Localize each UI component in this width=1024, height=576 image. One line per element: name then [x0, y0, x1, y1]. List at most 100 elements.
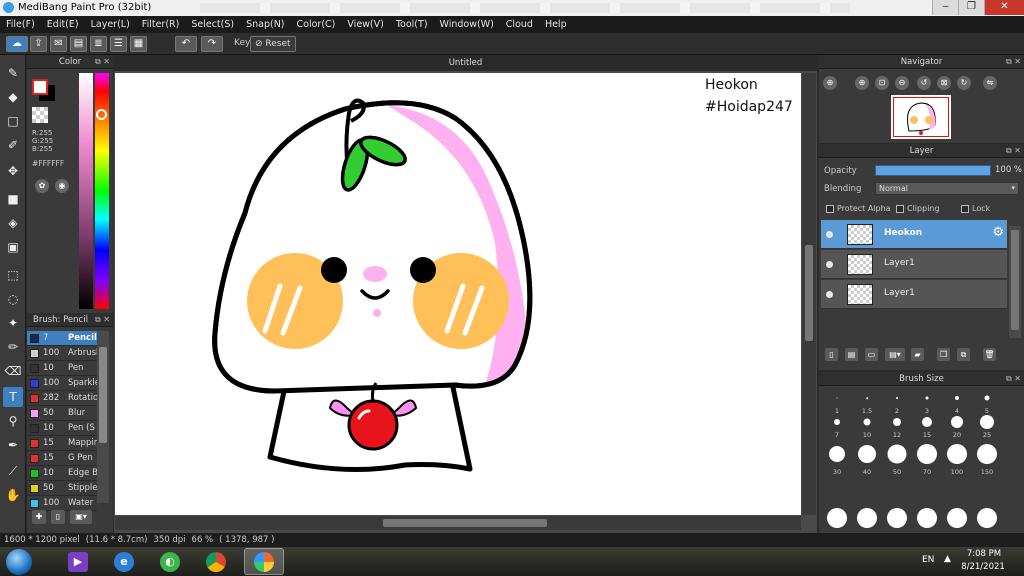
brush-size-option[interactable]: 20: [943, 414, 971, 439]
visibility-icon[interactable]: [826, 291, 833, 298]
brush-item[interactable]: 50 Stipple: [27, 481, 97, 496]
panel-controls-icon[interactable]: ⧉ ✕: [95, 313, 110, 327]
reset-button[interactable]: ⊘ Reset: [250, 36, 296, 52]
menu-select[interactable]: Select(S): [185, 19, 240, 30]
brush-size-option[interactable]: 4: [943, 390, 971, 415]
clock-date[interactable]: 8/21/2021: [958, 562, 1008, 572]
share-icon[interactable]: ⇪: [30, 36, 47, 52]
visibility-icon[interactable]: [826, 261, 833, 268]
checklist-icon[interactable]: ☰: [110, 36, 127, 52]
redo-icon[interactable]: ↷: [201, 36, 223, 52]
brush-tool-icon[interactable]: ✎: [3, 63, 23, 83]
menu-layer[interactable]: Layer(L): [85, 19, 136, 30]
merge-layer-icon[interactable]: ⧉: [957, 348, 970, 361]
brush-item[interactable]: 15 G Pen: [27, 451, 97, 466]
palette-icon[interactable]: ✿: [35, 179, 49, 193]
brush-size-option[interactable]: [883, 506, 911, 532]
menu-help[interactable]: Help: [539, 19, 573, 30]
magic-wand-tool-icon[interactable]: ✦: [3, 313, 23, 333]
minimize-button[interactable]: ‒: [932, 0, 958, 15]
saturation-bar[interactable]: [79, 73, 93, 309]
lock-checkbox[interactable]: Lock: [961, 204, 990, 213]
brush-size-option[interactable]: 5: [973, 390, 1001, 415]
brush-size-option[interactable]: 10: [853, 414, 881, 439]
brush-item[interactable]: 100 Arbrush: [27, 346, 97, 361]
taskbar-medibang[interactable]: [244, 548, 284, 575]
zoom-in-icon[interactable]: ⊕: [823, 76, 837, 90]
clock-time[interactable]: 7:08 PM: [964, 549, 1004, 559]
operation-tool-icon[interactable]: ⚲: [3, 411, 23, 431]
new-brush-icon[interactable]: ▯: [51, 510, 65, 524]
fill-rect-tool-icon[interactable]: ■: [3, 189, 23, 209]
brush-item[interactable]: 10 Pen (S: [27, 421, 97, 436]
brush-size-option[interactable]: [913, 506, 941, 532]
close-button[interactable]: ✕: [984, 0, 1024, 15]
transparent-color-swatch[interactable]: [32, 107, 48, 123]
eyedropper-tool-icon[interactable]: ✒: [3, 435, 23, 455]
layer-add-menu-icon[interactable]: ▤▾: [885, 348, 905, 361]
drawing-canvas[interactable]: Heokon #Hoidap247: [115, 73, 801, 515]
comment-icon[interactable]: ✉: [50, 36, 67, 52]
menu-color[interactable]: Color(C): [291, 19, 342, 30]
hue-marker[interactable]: [96, 109, 107, 120]
duplicate-layer-icon[interactable]: ❐: [937, 348, 950, 361]
brush-size-option[interactable]: 1.5: [853, 390, 881, 415]
new-halftone-layer-icon[interactable]: ▤: [845, 348, 858, 361]
brush-size-option[interactable]: 15: [913, 414, 941, 439]
brush-menu-icon[interactable]: ▣▾: [70, 510, 92, 524]
delete-layer-icon[interactable]: 🗑: [983, 348, 996, 361]
brush-item[interactable]: 100 Water: [27, 496, 97, 511]
menu-view[interactable]: View(V): [341, 19, 389, 30]
brush-size-option[interactable]: 70: [913, 444, 941, 476]
canvas-tab[interactable]: Untitled: [114, 55, 817, 71]
panel-controls-icon[interactable]: ⧉ ✕: [1006, 372, 1021, 386]
canvas-horizontal-scrollbar[interactable]: [115, 516, 801, 530]
brush-size-option[interactable]: 50: [883, 444, 911, 476]
taskbar-ie[interactable]: e: [104, 548, 144, 575]
brush-size-option[interactable]: 40: [853, 444, 881, 476]
panel-divide-tool-icon[interactable]: ⟋: [3, 461, 23, 481]
pen-tool-icon[interactable]: ✐: [3, 135, 23, 155]
color-set-icon[interactable]: ◉: [55, 179, 69, 193]
select-rect-tool-icon[interactable]: ⬚: [3, 265, 23, 285]
page-icon[interactable]: ▤: [70, 36, 87, 52]
folder-icon[interactable]: ▰: [911, 348, 924, 361]
new-layer-icon[interactable]: ▯: [825, 348, 838, 361]
start-button[interactable]: [6, 549, 32, 575]
taskbar-chrome[interactable]: [196, 548, 236, 575]
brush-size-option[interactable]: [973, 506, 1001, 532]
restore-button[interactable]: ❐: [958, 0, 984, 15]
show-hidden-icons-icon[interactable]: ▲: [944, 554, 951, 564]
brush-size-option[interactable]: 1: [823, 390, 851, 415]
brush-item[interactable]: 10 Edge B: [27, 466, 97, 481]
brush-item[interactable]: 282 Rotation: [27, 391, 97, 406]
hand-tool-icon[interactable]: ✋: [3, 485, 23, 505]
fit-window-icon[interactable]: ⊡: [875, 76, 889, 90]
vertical-scroll-thumb[interactable]: [805, 245, 813, 341]
brush-size-option[interactable]: 100: [943, 444, 971, 476]
rotate-reset-icon[interactable]: ⊠: [937, 76, 951, 90]
brush-size-option[interactable]: 2: [883, 390, 911, 415]
select-eraser-tool-icon[interactable]: ⌫: [3, 361, 23, 381]
brush-scroll-thumb[interactable]: [99, 347, 107, 443]
foreground-color-swatch[interactable]: [32, 79, 48, 95]
navigator-viewport[interactable]: [893, 97, 949, 137]
brush-item[interactable]: 7 Pencil: [27, 331, 97, 346]
add-brush-icon[interactable]: ✚: [32, 510, 46, 524]
rotate-left-icon[interactable]: ↺: [917, 76, 931, 90]
blending-select[interactable]: Normal ▾: [875, 182, 1019, 195]
brush-size-option[interactable]: 3: [913, 390, 941, 415]
layer-scroll-thumb[interactable]: [1011, 230, 1019, 330]
brush-item[interactable]: 100 Sparkle: [27, 376, 97, 391]
gear-icon[interactable]: ⚙: [992, 225, 1004, 240]
brush-scrollbar[interactable]: [97, 331, 109, 503]
menu-file[interactable]: File(F): [0, 19, 41, 30]
taskbar-coccoc[interactable]: ◐: [150, 548, 190, 575]
brush-item[interactable]: 10 Pen: [27, 361, 97, 376]
protect-alpha-checkbox[interactable]: Protect Alpha: [826, 204, 891, 213]
rotate-right-icon[interactable]: ↻: [957, 76, 971, 90]
text-tool-icon[interactable]: T: [3, 387, 23, 407]
document-icon[interactable]: ≣: [90, 36, 107, 52]
menu-cloud[interactable]: Cloud: [500, 19, 539, 30]
brush-size-option[interactable]: [943, 506, 971, 532]
